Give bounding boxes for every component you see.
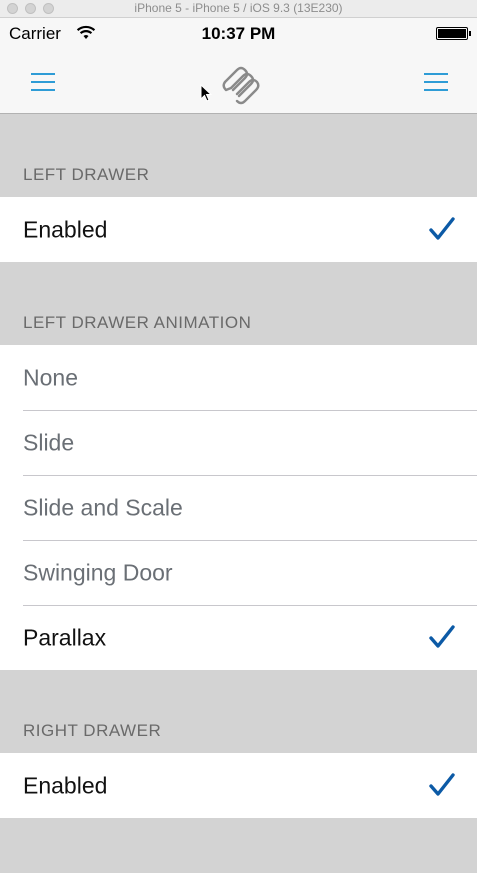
section-header-left-drawer: LEFT DRAWER — [0, 114, 477, 197]
mouse-pointer-icon — [200, 84, 212, 102]
left-drawer-enabled-row[interactable]: Enabled — [0, 197, 477, 262]
settings-table: LEFT DRAWER Enabled LEFT DRAWER ANIMATIO… — [0, 114, 477, 865]
row-label: Enabled — [23, 216, 108, 242]
row-label: Slide — [23, 429, 75, 455]
checkmark-icon — [429, 625, 455, 648]
row-label: Parallax — [23, 624, 107, 650]
row-label: Enabled — [23, 772, 108, 798]
row-label: None — [23, 364, 78, 390]
section-header-right-drawer: RIGHT DRAWER — [0, 670, 477, 753]
right-menu-button[interactable] — [422, 68, 450, 96]
status-time: 10:37 PM — [201, 24, 276, 43]
battery-icon — [436, 27, 471, 40]
section-header-left-drawer-animation: LEFT DRAWER ANIMATION — [0, 262, 477, 345]
phone-screen: Carrier 10:37 PM LEFT DRAWER Enabled LEF… — [0, 18, 477, 873]
animation-option-parallax[interactable]: Parallax — [0, 605, 477, 670]
checkmark-icon — [429, 773, 455, 796]
animation-option-slide[interactable]: Slide — [0, 410, 477, 475]
simulator-title-bar: iPhone 5 - iPhone 5 / iOS 9.3 (13E230) — [0, 0, 477, 18]
table-footer-space — [0, 818, 477, 865]
animation-option-swinging-door[interactable]: Swinging Door — [0, 540, 477, 605]
left-menu-button[interactable] — [29, 68, 57, 96]
row-label: Slide and Scale — [23, 494, 183, 520]
hamburger-icon — [424, 73, 448, 75]
checkmark-icon — [429, 217, 455, 240]
animation-option-slide-and-scale[interactable]: Slide and Scale — [0, 475, 477, 540]
animation-option-none[interactable]: None — [0, 345, 477, 410]
app-logo-icon — [222, 66, 260, 105]
row-label: Swinging Door — [23, 559, 173, 585]
hamburger-icon — [31, 73, 55, 75]
status-bar: Carrier 10:37 PM — [0, 18, 477, 52]
window-title: iPhone 5 - iPhone 5 / iOS 9.3 (13E230) — [134, 1, 343, 15]
right-drawer-enabled-row[interactable]: Enabled — [0, 753, 477, 818]
navigation-bar — [0, 52, 477, 114]
